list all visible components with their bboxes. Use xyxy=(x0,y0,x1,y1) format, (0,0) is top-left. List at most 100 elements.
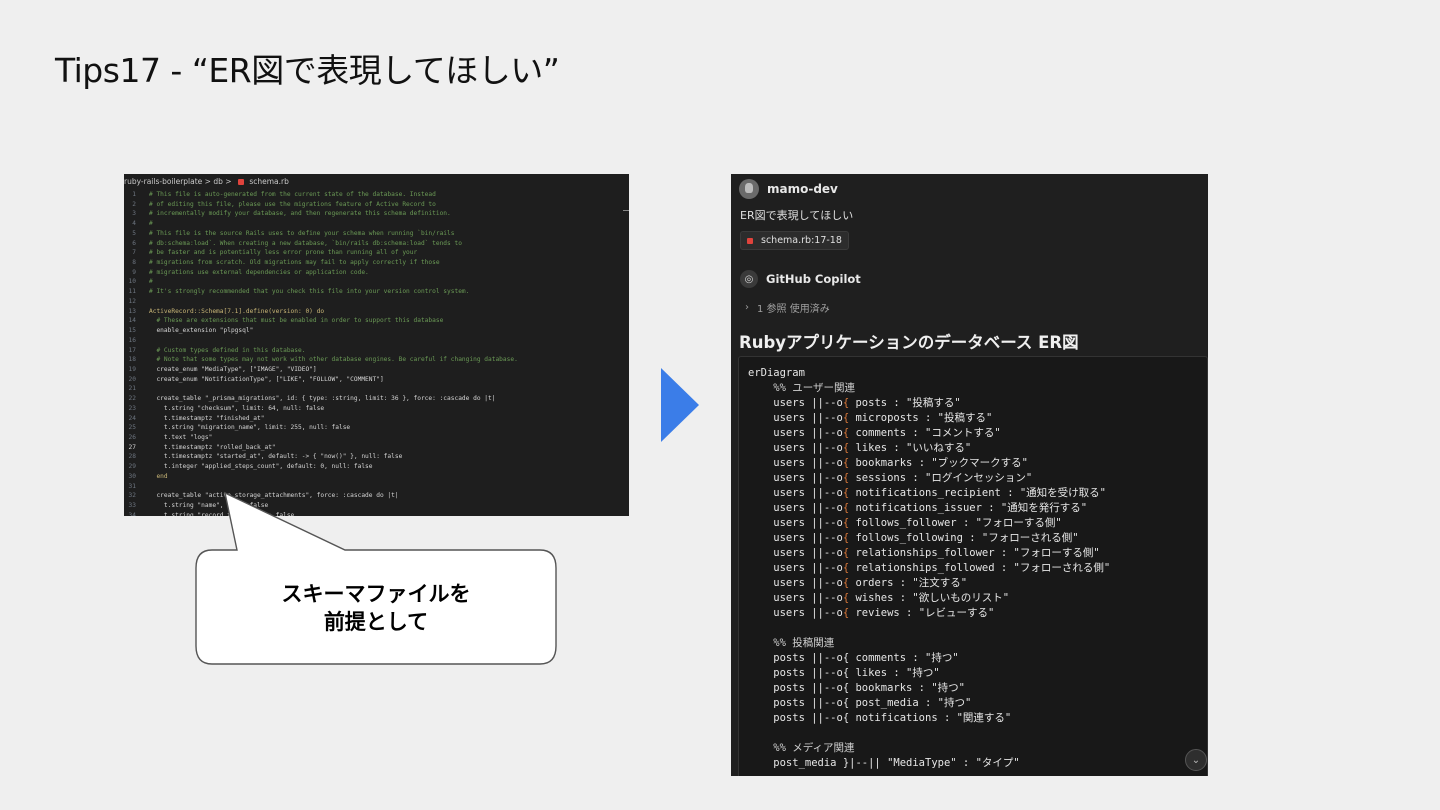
line-number: 6 xyxy=(132,239,136,247)
breadcrumb-file[interactable]: schema.rb xyxy=(249,177,289,186)
code-text: # This file is the source Rails uses to … xyxy=(149,229,455,237)
chevron-down-icon[interactable]: ⌄ xyxy=(1185,749,1207,771)
avatar[interactable] xyxy=(739,179,759,199)
mermaid-line: users ||--o{ orders : "注文する" xyxy=(748,576,1110,591)
code-text: end xyxy=(149,472,168,480)
breadcrumb-folder[interactable]: db xyxy=(213,177,223,186)
code-line: 5 # This file is the source Rails uses to… xyxy=(124,229,629,239)
mermaid-text: %% ユーザー関連 xyxy=(748,382,856,394)
code-text: # Custom types defined in this database. xyxy=(149,346,306,354)
mermaid-text: likes : "いいねする" xyxy=(849,442,972,454)
mermaid-text: microposts : "投稿する" xyxy=(849,412,993,424)
callout-line-2: 前提として xyxy=(323,610,429,634)
mermaid-line: users ||--o{ likes : "いいねする" xyxy=(748,441,1110,456)
line-number: 32 xyxy=(128,492,136,500)
mermaid-line xyxy=(748,726,1110,741)
file-reference-chip[interactable]: schema.rb:17-18 xyxy=(740,231,849,250)
mermaid-text: posts : "投稿する" xyxy=(849,397,961,409)
mermaid-line: users ||--o{ bookmarks : "ブックマークする" xyxy=(748,456,1110,471)
mermaid-line: posts ||--o{ comments : "持つ" xyxy=(748,651,1110,666)
line-number: 33 xyxy=(128,502,136,509)
code-line: 20 create_enum "NotificationType", ["LIK… xyxy=(124,375,629,385)
code-text: enable_extension "plpgsql" xyxy=(149,327,254,335)
line-number: 31 xyxy=(128,482,136,490)
mermaid-text: %% メディア関連 xyxy=(748,742,855,754)
mermaid-line: users ||--o{ relationships_followed : "フ… xyxy=(748,561,1110,576)
code-line: 23 t.string "checksum", limit: 64, null:… xyxy=(124,404,629,414)
line-number: 34 xyxy=(128,511,136,516)
mermaid-line: %% ユーザー関連 xyxy=(748,381,1110,396)
code-line: 25 t.string "migration_name", limit: 255… xyxy=(124,423,629,433)
mermaid-text: posts ||--o{ likes : "持つ" xyxy=(748,667,940,679)
mermaid-line: posts ||--o{ bookmarks : "持つ" xyxy=(748,681,1110,696)
mermaid-text: posts ||--o{ bookmarks : "持つ" xyxy=(748,682,965,694)
code-line: 15 enable_extension "plpgsql" xyxy=(124,326,629,336)
references-label: 1 参照 使用済み xyxy=(757,304,830,315)
code-line: 8 # migrations from scratch. Old migratio… xyxy=(124,258,629,268)
references-toggle[interactable]: › 1 参照 使用済み xyxy=(745,300,830,315)
mermaid-text: relationships_followed : "フォローされる側" xyxy=(849,562,1111,574)
user-name: mamo-dev xyxy=(767,182,838,196)
mermaid-text: users ||--o xyxy=(748,517,843,529)
line-number: 28 xyxy=(128,453,136,461)
user-message-header: mamo-dev xyxy=(739,179,838,199)
code-line: 19 create_enum "MediaType", ["IMAGE", "V… xyxy=(124,365,629,375)
code-line: 3 # incrementally modify your database, a… xyxy=(124,209,629,219)
line-number: 27 xyxy=(128,443,136,451)
assistant-header: ◎ GitHub Copilot xyxy=(740,270,861,288)
mermaid-text: users ||--o xyxy=(748,607,843,619)
code-line: 21 xyxy=(124,384,629,394)
line-number: 8 xyxy=(132,259,136,267)
breadcrumb-project[interactable]: ruby-rails-boilerplate xyxy=(124,177,202,186)
mermaid-text: %% 投稿関連 xyxy=(748,637,835,649)
mermaid-text: users ||--o xyxy=(748,487,843,499)
mermaid-line: post_media }|--|| "MediaType" : "タイプ" xyxy=(748,756,1110,771)
mermaid-text: users ||--o xyxy=(748,427,843,439)
code-editor: ruby-rails-boilerplate > db > schema.rb … xyxy=(124,174,629,516)
breadcrumb: ruby-rails-boilerplate > db > schema.rb xyxy=(124,174,629,190)
chevron-right-icon: › xyxy=(745,302,749,313)
code-line: 28 t.timestamptz "started_at", default: … xyxy=(124,452,629,462)
line-number: 25 xyxy=(128,424,136,432)
user-prompt: ER図で表現してほしい xyxy=(740,209,854,222)
line-number: 10 xyxy=(128,278,136,286)
code-text: # migrations use external dependencies o… xyxy=(149,268,369,276)
line-number: 12 xyxy=(128,297,136,305)
code-line: 6 # db:schema:load`. When creating a new … xyxy=(124,239,629,249)
scrollbar-marker[interactable] xyxy=(623,210,629,211)
line-number: 20 xyxy=(128,375,136,383)
copilot-chat-panel: mamo-dev ER図で表現してほしい schema.rb:17-18 ◎ G… xyxy=(731,174,1208,776)
mermaid-text: users ||--o xyxy=(748,397,843,409)
mermaid-text: erDiagram xyxy=(748,367,805,379)
mermaid-text: posts ||--o{ notifications : "関連する" xyxy=(748,712,1012,724)
line-number: 16 xyxy=(128,336,136,344)
code-text: create_enum "NotificationType", ["LIKE",… xyxy=(149,375,384,383)
code-line: 10 # xyxy=(124,277,629,287)
code-line: 9 # migrations use external dependencies … xyxy=(124,268,629,278)
mermaid-text: users ||--o xyxy=(748,442,843,454)
code-line: 14 # These are extensions that must be e… xyxy=(124,316,629,326)
mermaid-text: relationships_follower : "フォローする側" xyxy=(849,547,1100,559)
code-line: 24 t.timestamptz "finished_at" xyxy=(124,414,629,424)
play-arrow-icon xyxy=(661,368,699,442)
code-area[interactable]: 1 # This file is auto-generated from the … xyxy=(124,190,629,516)
line-number: 18 xyxy=(128,356,136,364)
mermaid-line: users ||--o{ relationships_follower : "フ… xyxy=(748,546,1110,561)
mermaid-text: users ||--o xyxy=(748,502,843,514)
mermaid-text: follows_following : "フォローされる側" xyxy=(849,532,1079,544)
mermaid-line: %% 投稿関連 xyxy=(748,636,1110,651)
mermaid-line: users ||--o{ notifications_recipient : "… xyxy=(748,486,1110,501)
mermaid-text: posts ||--o{ comments : "持つ" xyxy=(748,652,959,664)
line-number: 22 xyxy=(128,395,136,403)
code-text: # It's strongly recommended that you che… xyxy=(149,288,470,296)
mermaid-code: erDiagram %% ユーザー関連 users ||--o{ posts :… xyxy=(748,366,1110,771)
line-number: 7 xyxy=(132,249,136,257)
mermaid-text: sessions : "ログインセッション" xyxy=(849,472,1033,484)
code-text: t.text "logs" xyxy=(149,433,213,441)
mermaid-code-block[interactable]: erDiagram %% ユーザー関連 users ||--o{ posts :… xyxy=(738,356,1208,776)
mermaid-text: notifications_recipient : "通知を受け取る" xyxy=(849,487,1106,499)
mermaid-text: bookmarks : "ブックマークする" xyxy=(849,457,1028,469)
mermaid-line: users ||--o{ microposts : "投稿する" xyxy=(748,411,1110,426)
mermaid-text: users ||--o xyxy=(748,412,843,424)
mermaid-text: users ||--o xyxy=(748,592,843,604)
